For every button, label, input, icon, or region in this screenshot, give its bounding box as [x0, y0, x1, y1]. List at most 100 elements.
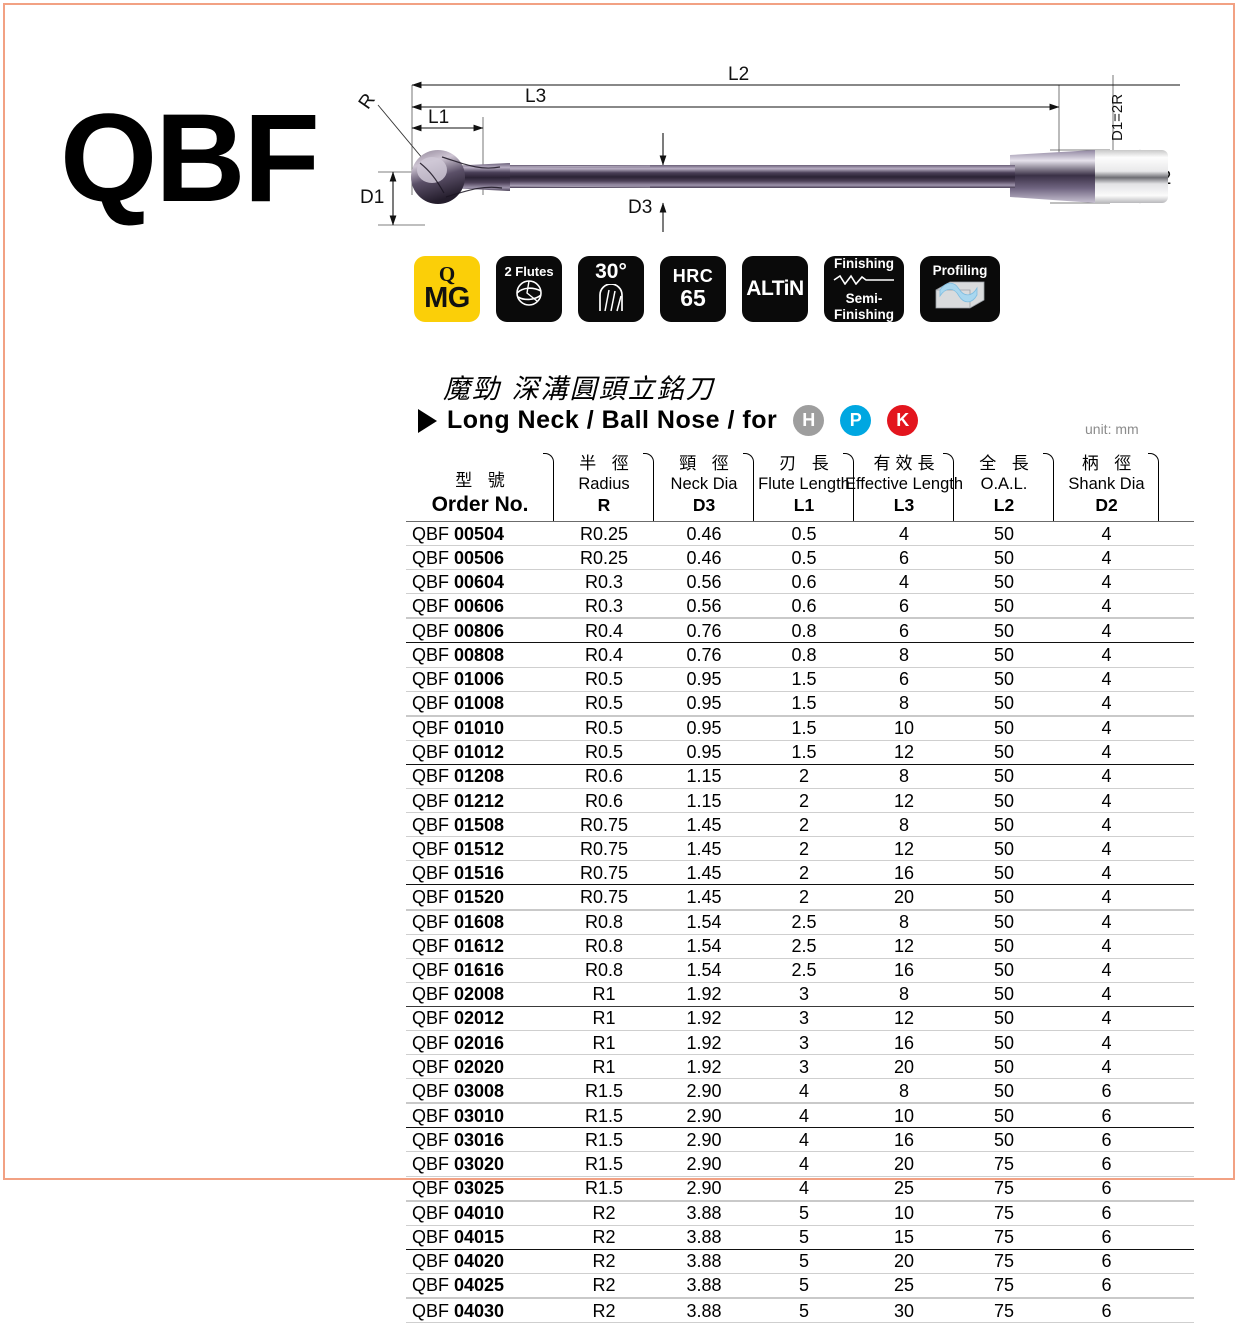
cell-neck-dia: 3.88 [686, 1300, 722, 1321]
cell-flute-length: 5 [798, 1275, 809, 1296]
cell-neck-dia: 0.56 [686, 571, 722, 592]
table-row: QBF 01012 R0.5 0.95 1.5 12 50 4 [406, 741, 1194, 765]
column-header-order-no: 型 號 Order No. [406, 449, 554, 521]
cell-oal: 50 [993, 595, 1015, 616]
cell-flute-length: 0.5 [791, 523, 817, 544]
cell-flute-length: 2 [798, 814, 809, 835]
cell-oal: 50 [993, 718, 1015, 739]
cell-flute-length: 1.5 [791, 669, 817, 690]
table-row: QBF 00504 R0.25 0.46 0.5 4 50 4 [406, 522, 1194, 547]
cell-shank-dia: 4 [1101, 595, 1112, 616]
cell-oal: 50 [993, 1129, 1015, 1150]
cell-radius: R0.5 [584, 718, 624, 739]
cell-shank-dia: 6 [1101, 1300, 1112, 1321]
unit-label: unit: mm [1085, 421, 1139, 437]
table-row: QBF 04015 R2 3.88 5 15 75 6 [406, 1226, 1194, 1250]
cell-order-no: QBF 03010 [412, 1105, 505, 1126]
cell-oal: 50 [993, 547, 1015, 568]
cell-flute-length: 5 [798, 1227, 809, 1248]
cell-radius: R0.8 [584, 912, 624, 933]
cell-shank-dia: 6 [1101, 1203, 1112, 1224]
table-row: QBF 01612 R0.8 1.54 2.5 12 50 4 [406, 935, 1194, 959]
cell-shank-dia: 4 [1101, 523, 1112, 544]
cell-effective-length: 8 [898, 984, 909, 1005]
cell-neck-dia: 0.95 [686, 742, 722, 763]
table-row: QBF 03025 R1.5 2.90 4 25 75 6 [406, 1177, 1194, 1202]
specification-table: 型 號 Order No. 半 徑 Radius R 頸 徑 Neck Dia … [406, 443, 1194, 1323]
cell-shank-dia: 4 [1101, 620, 1112, 641]
table-row: QBF 04025 R2 3.88 5 25 75 6 [406, 1274, 1194, 1299]
cell-radius: R1.5 [584, 1105, 624, 1126]
cell-oal: 50 [993, 912, 1015, 933]
cell-order-no: QBF 02016 [412, 1032, 505, 1053]
cell-oal: 75 [993, 1153, 1015, 1174]
title-english: Long Neck / Ball Nose / for [447, 406, 778, 434]
cell-neck-dia: 0.95 [686, 669, 722, 690]
cell-shank-dia: 6 [1101, 1251, 1112, 1272]
cell-shank-dia: 6 [1101, 1105, 1112, 1126]
table-row: QBF 00806 R0.4 0.76 0.8 6 50 4 [406, 619, 1194, 644]
cell-neck-dia: 0.46 [686, 523, 722, 544]
table-row: QBF 01520 R0.75 1.45 2 20 50 4 [406, 885, 1194, 911]
table-row: QBF 01212 R0.6 1.15 2 12 50 4 [406, 789, 1194, 814]
cell-shank-dia: 4 [1101, 718, 1112, 739]
cell-effective-length: 8 [898, 766, 909, 787]
cell-radius: R0.3 [584, 571, 624, 592]
cell-flute-length: 2 [798, 862, 809, 883]
cell-flute-length: 5 [798, 1300, 809, 1321]
cell-shank-dia: 4 [1101, 742, 1112, 763]
table-row: QBF 01208 R0.6 1.15 2 8 50 4 [406, 765, 1194, 790]
bullet-triangle-icon [418, 408, 437, 433]
cell-neck-dia: 0.76 [686, 620, 722, 641]
column-header-oal: 全 長 O.A.L. L2 [954, 449, 1054, 521]
cell-shank-dia: 4 [1101, 693, 1112, 714]
cell-radius: R0.6 [584, 790, 624, 811]
table-row: QBF 01008 R0.5 0.95 1.5 8 50 4 [406, 692, 1194, 717]
cell-radius: R0.25 [579, 523, 629, 544]
cell-neck-dia: 1.92 [686, 1008, 722, 1029]
cell-effective-length: 16 [893, 862, 915, 883]
cell-flute-length: 2 [798, 886, 809, 907]
cell-order-no: QBF 03016 [412, 1129, 505, 1150]
cell-radius: R0.4 [584, 620, 624, 641]
cell-flute-length: 1.5 [791, 742, 817, 763]
cell-effective-length: 12 [893, 1008, 915, 1029]
table-row: QBF 00808 R0.4 0.76 0.8 8 50 4 [406, 643, 1194, 668]
cell-flute-length: 2.5 [791, 960, 817, 981]
cell-effective-length: 8 [898, 693, 909, 714]
mg-badge: Q MG [414, 256, 480, 322]
cell-neck-dia: 1.45 [686, 814, 722, 835]
cell-effective-length: 8 [898, 1080, 909, 1101]
cell-neck-dia: 1.92 [686, 1032, 722, 1053]
cell-radius: R2 [592, 1300, 616, 1321]
cell-order-no: QBF 04010 [412, 1203, 505, 1224]
cell-order-no: QBF 01208 [412, 766, 505, 787]
cell-neck-dia: 1.45 [686, 862, 722, 883]
cell-effective-length: 12 [893, 838, 915, 859]
cell-flute-length: 2 [798, 766, 809, 787]
helix-badge: 30° [578, 256, 644, 322]
table-row: QBF 03008 R1.5 2.90 4 8 50 6 [406, 1079, 1194, 1105]
cell-shank-dia: 4 [1101, 886, 1112, 907]
cell-shank-dia: 4 [1101, 571, 1112, 592]
cell-neck-dia: 1.15 [686, 790, 722, 811]
cell-order-no: QBF 00606 [412, 595, 505, 616]
table-row: QBF 01516 R0.75 1.45 2 16 50 4 [406, 861, 1194, 886]
cell-effective-length: 8 [898, 645, 909, 666]
cell-neck-dia: 1.92 [686, 984, 722, 1005]
cell-neck-dia: 1.15 [686, 766, 722, 787]
cell-oal: 50 [993, 523, 1015, 544]
cell-radius: R0.8 [584, 960, 624, 981]
cell-order-no: QBF 01520 [412, 886, 505, 907]
table-row: QBF 03020 R1.5 2.90 4 20 75 6 [406, 1152, 1194, 1177]
cell-shank-dia: 4 [1101, 912, 1112, 933]
cell-flute-length: 5 [798, 1203, 809, 1224]
table-row: QBF 02012 R1 1.92 3 12 50 4 [406, 1007, 1194, 1031]
cell-neck-dia: 1.54 [686, 960, 722, 981]
cell-flute-length: 2.5 [791, 912, 817, 933]
table-row: QBF 02020 R1 1.92 3 20 50 4 [406, 1055, 1194, 1080]
cell-flute-length: 2 [798, 790, 809, 811]
cell-flute-length: 1.5 [791, 693, 817, 714]
hardness-badge: HRC 65 [660, 256, 726, 322]
cell-oal: 75 [993, 1275, 1015, 1296]
